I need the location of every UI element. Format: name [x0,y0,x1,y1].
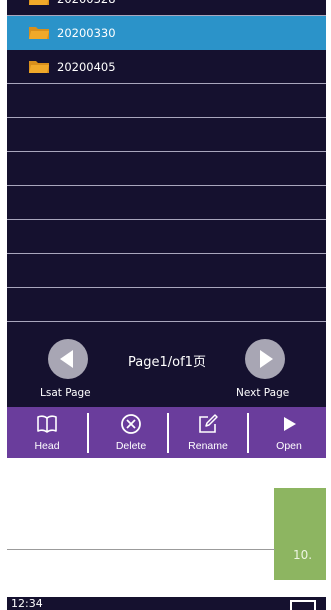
prev-page-button[interactable] [48,339,88,379]
file-row[interactable]: 20200328 [7,0,326,16]
next-page-button[interactable] [245,339,285,379]
rename-label: Rename [188,440,228,452]
pagination-bar: Page1/of1页 Lsat Page Next Page [7,339,326,405]
book-icon [37,415,57,433]
delete-label: Delete [115,440,147,452]
empty-row [7,118,326,152]
step-annotation-box: 10. [274,488,326,580]
triangle-left-icon [60,350,73,368]
file-name: 20200328 [57,0,116,7]
divider-line [7,549,275,550]
file-name: 20200405 [57,60,116,74]
battery-icon [290,600,316,610]
status-bar: 12:34 [7,597,326,610]
head-label: Head [34,440,60,452]
play-icon [284,417,296,431]
empty-row [7,220,326,254]
toolbar-divider [87,413,89,453]
open-label: Open [276,440,302,452]
step-number: 10. [293,548,313,562]
triangle-right-icon [260,350,273,368]
circle-x-icon [121,414,141,434]
clock: 12:34 [11,597,43,610]
toolbar-divider [167,413,169,453]
empty-row [7,186,326,220]
file-row[interactable]: 20200405 [7,50,326,84]
empty-row [7,288,326,322]
prev-page-label: Lsat Page [40,387,91,399]
folder-icon [29,61,49,73]
toolbar-divider [247,413,249,453]
empty-row [7,84,326,118]
empty-row [7,254,326,288]
file-row[interactable]: 20200330 [7,16,326,50]
file-name: 20200330 [57,26,116,40]
open-button[interactable]: Open [259,407,319,458]
page-indicator: Page1/of1页 [128,355,206,370]
folder-icon [29,27,49,39]
folder-icon [29,0,49,5]
empty-row [7,152,326,186]
file-browser-screen: 20200328 20200330 20200405 Page1/of1页 Lsat… [7,0,326,458]
delete-button[interactable]: Delete [99,407,163,458]
head-button[interactable]: Head [17,407,77,458]
rename-button[interactable]: Rename [173,407,243,458]
edit-icon [199,414,218,433]
next-page-label: Next Page [236,387,290,399]
action-toolbar: Head Delete Rename Open [7,407,326,458]
